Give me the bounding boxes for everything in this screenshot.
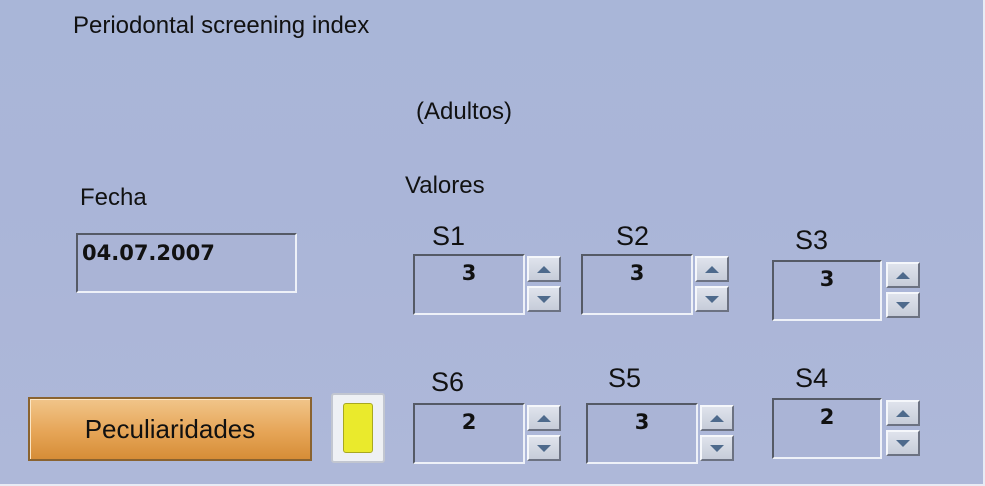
valores-label: Valores [405, 172, 485, 199]
s5-increment-button[interactable] [700, 405, 734, 431]
s3-value-field[interactable]: 3 [772, 260, 882, 321]
s5-decrement-button[interactable] [700, 435, 734, 461]
s6-value-field[interactable]: 2 [413, 403, 525, 464]
s4-decrement-button[interactable] [886, 430, 920, 456]
psi-window: Periodontal screening index (Adultos) Fe… [0, 0, 985, 486]
peculiaridades-label: Peculiaridades [84, 413, 256, 444]
fecha-field[interactable]: 04.07.2007 [76, 233, 297, 293]
arrow-up-icon [896, 409, 910, 417]
peculiaridades-button[interactable]: Peculiaridades [28, 397, 312, 461]
arrow-down-icon [710, 444, 724, 452]
s6-increment-button[interactable] [527, 405, 561, 431]
window-title: Periodontal screening index [73, 12, 370, 39]
arrow-down-icon [896, 301, 910, 309]
arrow-up-icon [705, 265, 719, 273]
sticky-note-icon [343, 403, 373, 453]
s2-increment-button[interactable] [695, 256, 729, 282]
s5-label: S5 [608, 363, 642, 393]
window-subtitle: (Adultos) [416, 98, 513, 125]
s4-increment-button[interactable] [886, 400, 920, 426]
arrow-up-icon [710, 414, 724, 422]
s6-decrement-button[interactable] [527, 435, 561, 461]
note-button[interactable] [331, 393, 385, 463]
arrow-down-icon [537, 444, 551, 452]
s1-increment-button[interactable] [527, 256, 561, 282]
s3-label: S3 [795, 225, 829, 255]
s1-label: S1 [432, 221, 466, 251]
arrow-up-icon [537, 414, 551, 422]
arrow-up-icon [896, 271, 910, 279]
arrow-down-icon [705, 295, 719, 303]
s6-label: S6 [431, 367, 465, 397]
fecha-label: Fecha [80, 184, 147, 211]
s3-increment-button[interactable] [886, 262, 920, 288]
arrow-down-icon [537, 295, 551, 303]
arrow-up-icon [537, 265, 551, 273]
s4-value-field[interactable]: 2 [772, 398, 882, 459]
s1-value-field[interactable]: 3 [413, 254, 525, 315]
s3-decrement-button[interactable] [886, 292, 920, 318]
s1-decrement-button[interactable] [527, 286, 561, 312]
s5-value-field[interactable]: 3 [586, 403, 698, 464]
s2-decrement-button[interactable] [695, 286, 729, 312]
s2-value-field[interactable]: 3 [581, 254, 693, 315]
arrow-down-icon [896, 439, 910, 447]
s2-label: S2 [616, 221, 650, 251]
s4-label: S4 [795, 363, 829, 393]
